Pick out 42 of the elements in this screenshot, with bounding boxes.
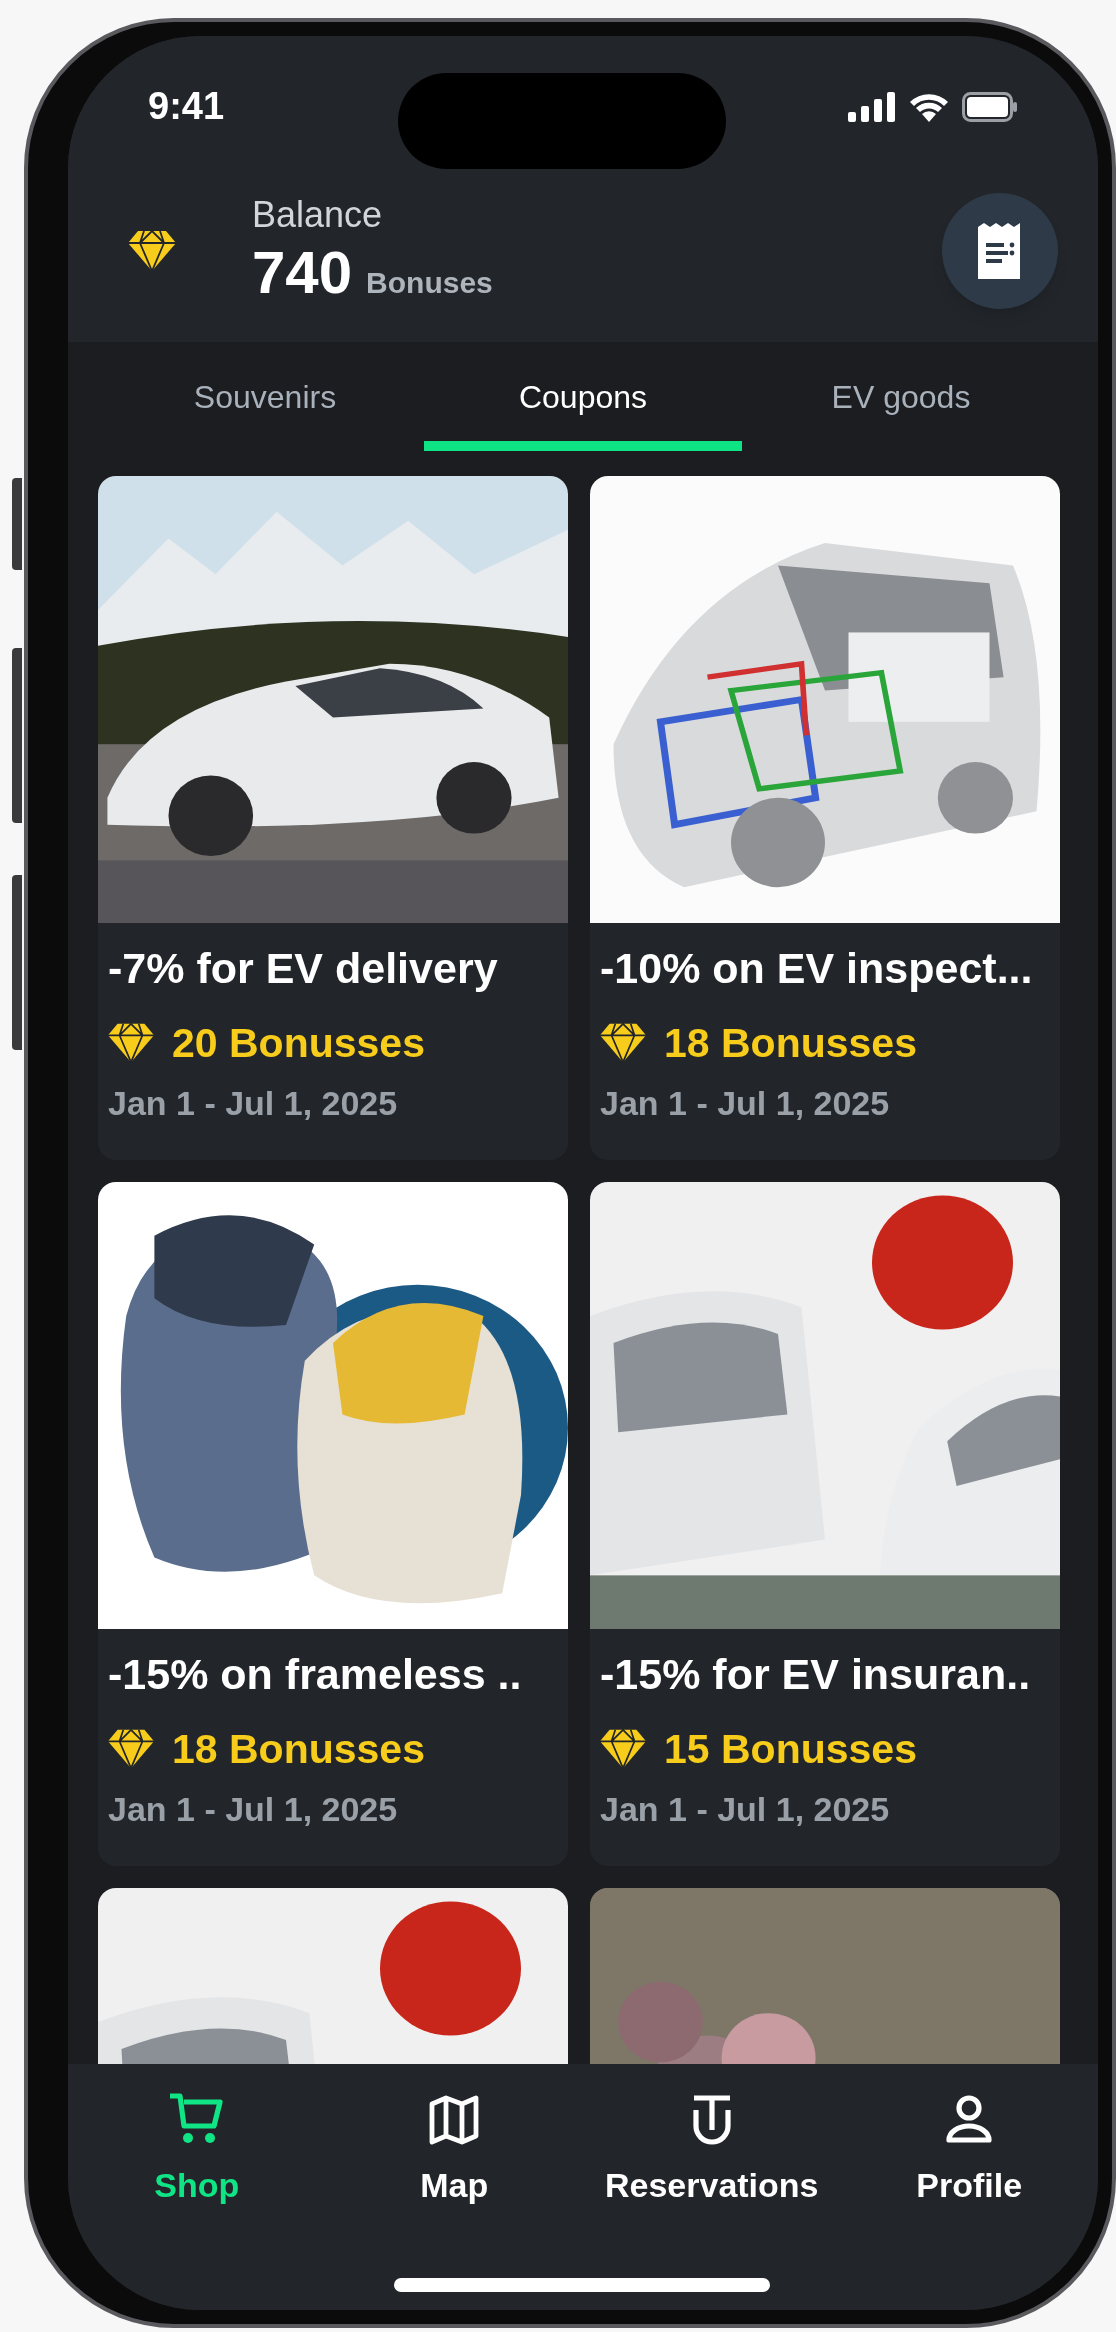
coupon-card[interactable]: -15% for EV insuran.. 15 Bonusses Jan 1 - Jul 1, 2025 bbox=[590, 1182, 1060, 1866]
diamond-icon bbox=[108, 1729, 154, 1769]
coupon-card[interactable]: -15% on frameless .. 18 Bonusses Jan 1 - Jul 1, 2025 bbox=[98, 1182, 568, 1866]
coupon-card[interactable]: -7% for EV delivery 20 Bonusses Jan 1 - Jul 1, 2025 bbox=[98, 476, 568, 1160]
coupon-price: 18 Bonusses bbox=[172, 1725, 425, 1773]
nav-item[interactable]: Profile bbox=[840, 2090, 1098, 2211]
diamond-icon bbox=[128, 231, 176, 271]
category-tab[interactable]: EV goods bbox=[742, 342, 1060, 451]
diamond-icon bbox=[108, 1023, 154, 1063]
coupon-title: -15% for EV insuran.. bbox=[600, 1649, 1032, 1699]
coupon-dates: Jan 1 - Jul 1, 2025 bbox=[600, 1083, 891, 1123]
balance-amount: 740 bbox=[252, 238, 353, 308]
category-tab[interactable]: Coupons bbox=[424, 342, 742, 451]
coupon-price: 20 Bonusses bbox=[172, 1019, 425, 1067]
profile-icon bbox=[945, 2094, 994, 2146]
diamond-icon bbox=[600, 1023, 646, 1063]
category-tab[interactable]: Souvenirs bbox=[106, 342, 424, 451]
wifi-icon bbox=[908, 91, 950, 122]
side-button[interactable] bbox=[12, 648, 22, 823]
status-time: 9:41 bbox=[148, 84, 225, 129]
coupon-dates: Jan 1 - Jul 1, 2025 bbox=[600, 1789, 891, 1829]
balance-unit: Bonuses bbox=[366, 265, 493, 301]
map-icon bbox=[428, 2094, 481, 2146]
diamond-icon bbox=[600, 1729, 646, 1769]
balance-label: Balance bbox=[252, 193, 384, 237]
coupon-title: -15% on frameless .. bbox=[108, 1649, 523, 1699]
receipt-icon bbox=[978, 223, 1022, 279]
side-button[interactable] bbox=[12, 478, 22, 570]
coupon-price: 15 Bonusses bbox=[664, 1725, 917, 1773]
cart-icon bbox=[167, 2092, 226, 2146]
coupon-card[interactable]: -10% on EV inspect... 18 Bonusses Jan 1 - Jul 1, 2025 bbox=[590, 476, 1060, 1160]
coupon-dates: Jan 1 - Jul 1, 2025 bbox=[108, 1789, 399, 1829]
nav-item[interactable]: Reservations bbox=[583, 2090, 841, 2211]
signal-icon bbox=[848, 91, 896, 122]
coupon-price: 18 Bonusses bbox=[664, 1019, 917, 1067]
nav-item[interactable]: Shop bbox=[68, 2090, 326, 2211]
battery-icon bbox=[962, 91, 1018, 122]
side-button[interactable] bbox=[12, 875, 22, 1050]
nav-item[interactable]: Map bbox=[325, 2090, 583, 2211]
coupon-title: -10% on EV inspect... bbox=[600, 943, 1034, 993]
coupon-title: -7% for EV delivery bbox=[108, 943, 499, 993]
coupon-dates: Jan 1 - Jul 1, 2025 bbox=[108, 1083, 399, 1123]
